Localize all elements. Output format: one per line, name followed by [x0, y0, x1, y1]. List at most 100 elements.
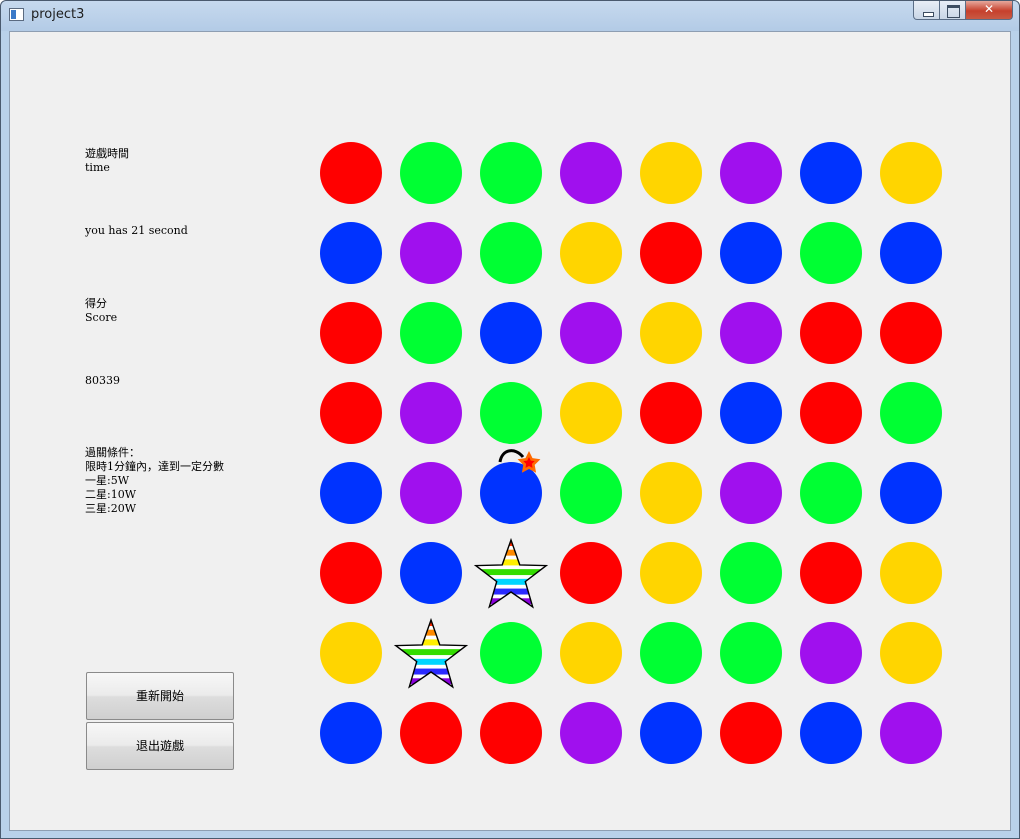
yellow-gem[interactable]	[871, 613, 951, 693]
gem-circle	[400, 462, 462, 524]
purple-gem[interactable]	[711, 133, 791, 213]
rainbow-star-piece[interactable]	[391, 613, 471, 693]
blue-gem[interactable]	[311, 213, 391, 293]
title-bar[interactable]: project3	[1, 1, 1019, 31]
red-gem[interactable]	[631, 213, 711, 293]
green-gem[interactable]	[471, 373, 551, 453]
purple-gem[interactable]	[711, 453, 791, 533]
green-gem[interactable]	[791, 453, 871, 533]
gem-circle	[880, 622, 942, 684]
blue-gem[interactable]	[711, 213, 791, 293]
green-gem[interactable]	[631, 613, 711, 693]
gem-circle	[320, 622, 382, 684]
purple-gem[interactable]	[391, 213, 471, 293]
gem-circle	[320, 462, 382, 524]
app-window: project3 遊戲時間 time you has 21 second 得分 …	[0, 0, 1020, 839]
purple-gem[interactable]	[871, 693, 951, 773]
blue-gem[interactable]	[791, 693, 871, 773]
gem-circle	[560, 622, 622, 684]
yellow-gem[interactable]	[631, 533, 711, 613]
green-gem[interactable]	[791, 213, 871, 293]
gem-circle	[560, 142, 622, 204]
red-gem[interactable]	[311, 373, 391, 453]
time-remaining: you has 21 second	[85, 224, 188, 237]
purple-gem[interactable]	[551, 693, 631, 773]
green-gem[interactable]	[471, 613, 551, 693]
gem-circle	[560, 302, 622, 364]
restart-button[interactable]: 重新開始	[86, 672, 234, 720]
gem-circle	[720, 542, 782, 604]
minimize-button[interactable]	[913, 1, 940, 20]
gem-circle	[800, 542, 862, 604]
yellow-gem[interactable]	[551, 213, 631, 293]
close-button[interactable]	[966, 1, 1013, 20]
app-icon	[9, 8, 24, 21]
gem-circle	[880, 702, 942, 764]
blue-gem[interactable]	[311, 693, 391, 773]
gem-circle	[400, 382, 462, 444]
purple-gem[interactable]	[551, 133, 631, 213]
red-gem[interactable]	[791, 373, 871, 453]
purple-gem[interactable]	[551, 293, 631, 373]
gem-circle	[720, 462, 782, 524]
red-gem[interactable]	[791, 533, 871, 613]
red-gem[interactable]	[871, 293, 951, 373]
red-gem[interactable]	[311, 533, 391, 613]
yellow-gem[interactable]	[871, 533, 951, 613]
green-gem[interactable]	[471, 133, 551, 213]
gem-circle	[640, 622, 702, 684]
red-gem[interactable]	[791, 293, 871, 373]
yellow-gem[interactable]	[631, 293, 711, 373]
blue-gem[interactable]	[711, 373, 791, 453]
gem-circle	[400, 702, 462, 764]
purple-gem[interactable]	[391, 453, 471, 533]
red-gem[interactable]	[711, 693, 791, 773]
gem-circle	[720, 702, 782, 764]
gem-circle	[560, 382, 622, 444]
maximize-button[interactable]	[940, 1, 966, 20]
red-gem[interactable]	[471, 693, 551, 773]
blue-gem[interactable]	[871, 453, 951, 533]
rainbow-star-piece[interactable]	[471, 533, 551, 613]
red-gem[interactable]	[391, 693, 471, 773]
gem-circle	[320, 542, 382, 604]
yellow-gem[interactable]	[551, 373, 631, 453]
red-gem[interactable]	[311, 133, 391, 213]
gem-circle	[320, 702, 382, 764]
green-gem[interactable]	[391, 293, 471, 373]
gem-circle	[400, 302, 462, 364]
blue-gem[interactable]	[791, 133, 871, 213]
green-gem[interactable]	[711, 533, 791, 613]
green-gem[interactable]	[551, 453, 631, 533]
red-gem[interactable]	[311, 293, 391, 373]
gem-circle	[720, 222, 782, 284]
blue-gem[interactable]	[631, 693, 711, 773]
gem-circle	[880, 382, 942, 444]
purple-gem[interactable]	[391, 373, 471, 453]
yellow-gem[interactable]	[871, 133, 951, 213]
gem-circle	[480, 622, 542, 684]
gem-circle	[800, 622, 862, 684]
quit-button[interactable]: 退出遊戲	[86, 722, 234, 770]
gem-circle	[720, 302, 782, 364]
purple-gem[interactable]	[791, 613, 871, 693]
bomb-piece[interactable]	[471, 449, 551, 533]
red-gem[interactable]	[631, 373, 711, 453]
gem-circle	[800, 462, 862, 524]
yellow-gem[interactable]	[551, 613, 631, 693]
purple-gem[interactable]	[711, 293, 791, 373]
blue-gem[interactable]	[471, 293, 551, 373]
yellow-gem[interactable]	[631, 453, 711, 533]
green-gem[interactable]	[871, 373, 951, 453]
blue-gem[interactable]	[871, 213, 951, 293]
yellow-gem[interactable]	[631, 133, 711, 213]
green-gem[interactable]	[471, 213, 551, 293]
blue-gem[interactable]	[311, 453, 391, 533]
yellow-gem[interactable]	[311, 613, 391, 693]
blue-gem[interactable]	[391, 533, 471, 613]
green-gem[interactable]	[711, 613, 791, 693]
gem-circle	[800, 222, 862, 284]
red-gem[interactable]	[551, 533, 631, 613]
green-gem[interactable]	[391, 133, 471, 213]
gem-circle	[720, 142, 782, 204]
